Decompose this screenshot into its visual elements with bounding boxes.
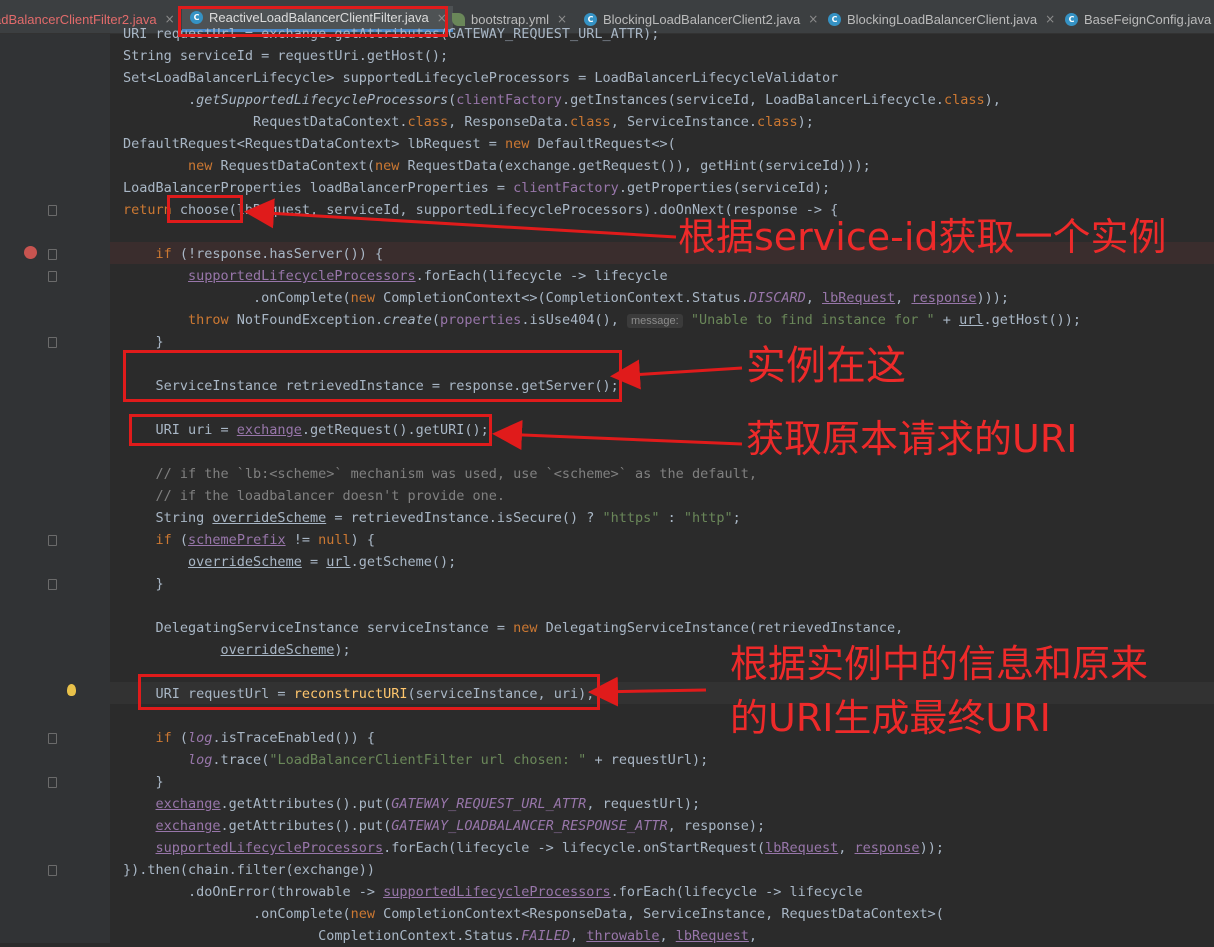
annotation-original-uri: 获取原本请求的URI [746,417,1078,461]
annotation-instance-here: 实例在这 [746,343,906,389]
annotation-final-uri-line1: 根据实例中的信息和原来 [730,642,1149,686]
annotation-final-uri-line2: 的URI生成最终URI [730,696,1051,740]
annotation-choose-instance: 根据service-id获取一个实例 [678,215,1167,259]
annotation-arrows [244,198,743,707]
